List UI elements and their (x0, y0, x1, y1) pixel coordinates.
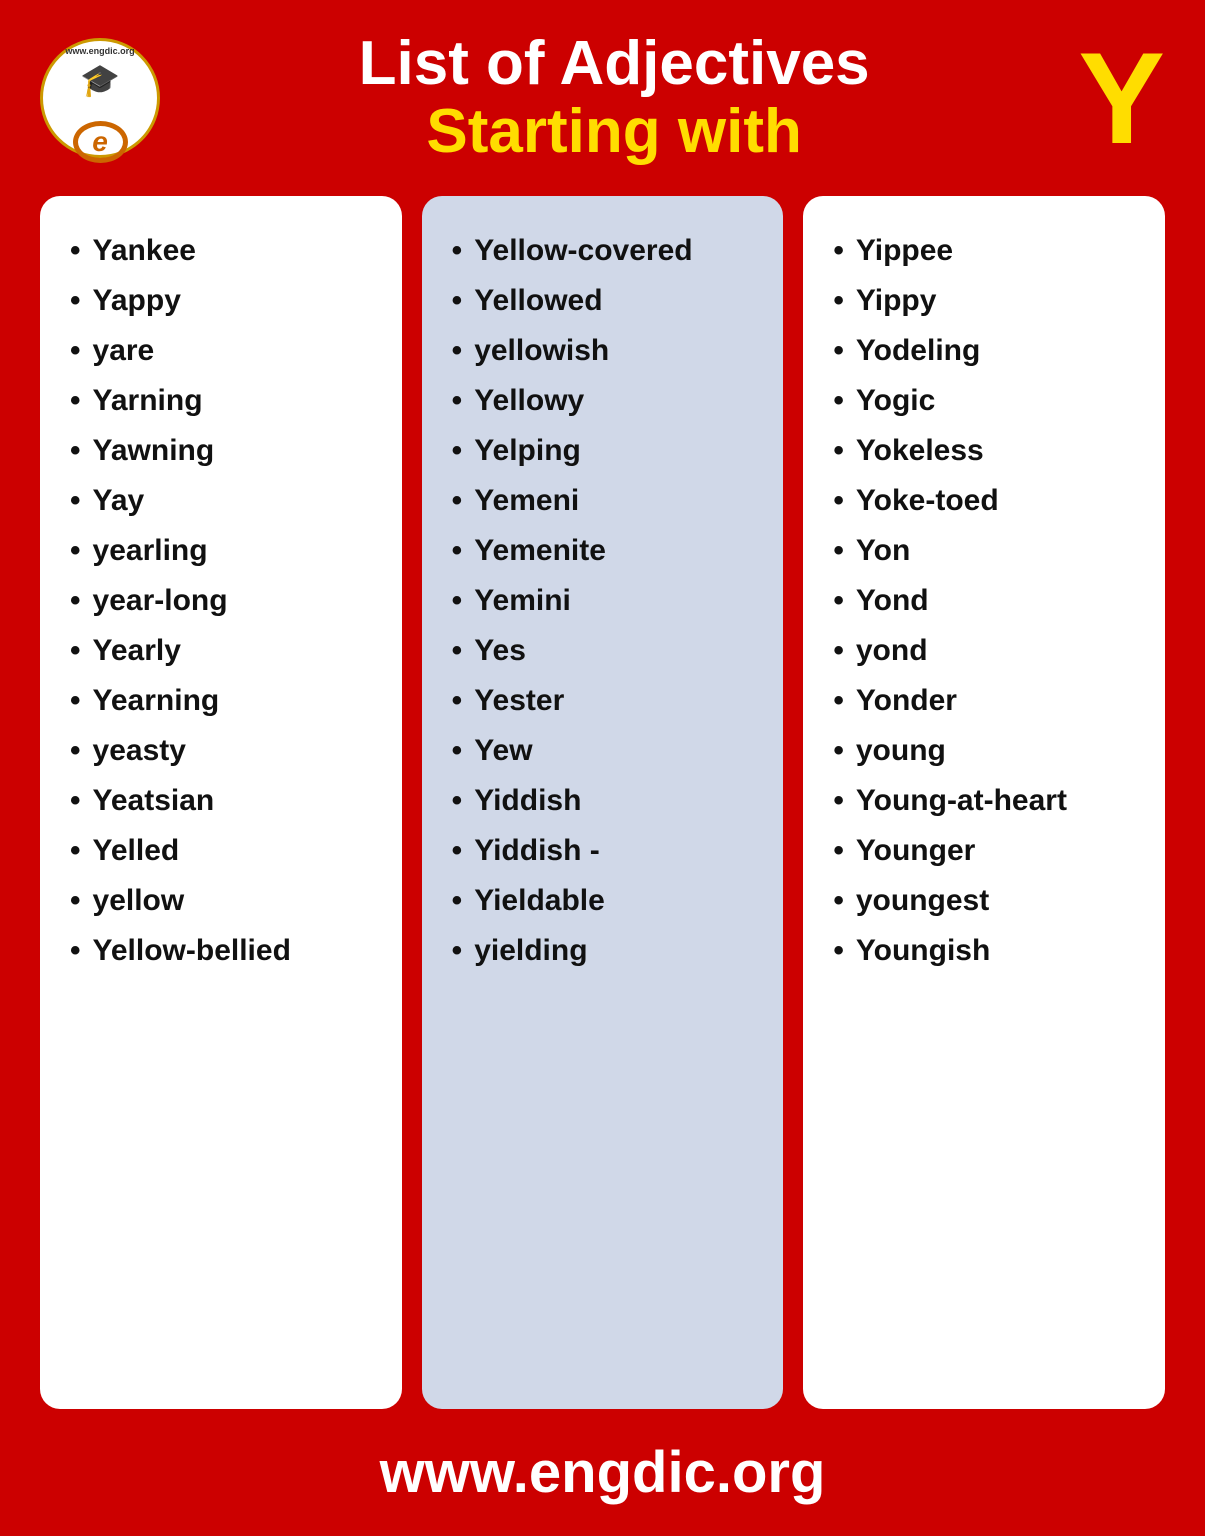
list-item: Yellow-covered (452, 226, 764, 276)
footer: www.engdic.org (40, 1439, 1165, 1506)
column-1: YankeeYappyyareYarningYawningYayyearling… (40, 196, 402, 1409)
list-item: Yellowy (452, 376, 764, 426)
word-list-3: YippeeYippyYodelingYogicYokelessYoke-toe… (833, 226, 1145, 976)
list-item: Yarning (70, 376, 382, 426)
list-item: yeasty (70, 726, 382, 776)
list-item: yare (70, 326, 382, 376)
column-3: YippeeYippyYodelingYogicYokelessYoke-toe… (803, 196, 1165, 1409)
header-title: List of Adjectives Starting with (180, 30, 1048, 166)
columns-container: YankeeYappyyareYarningYawningYayyearling… (40, 196, 1165, 1409)
list-item: Yodeling (833, 326, 1145, 376)
list-item: Yond (833, 576, 1145, 626)
list-item: Yearning (70, 676, 382, 726)
logo-url-text: www.engdic.org (65, 46, 134, 56)
list-item: Yokeless (833, 426, 1145, 476)
list-item: Yellowed (452, 276, 764, 326)
list-item: Yemini (452, 576, 764, 626)
logo: www.engdic.org 🎓 e (40, 38, 160, 158)
list-item: Yappy (70, 276, 382, 326)
word-list-2: Yellow-coveredYellowedyellowishYellowyYe… (452, 226, 764, 976)
list-item: Yiddish (452, 776, 764, 826)
list-item: Yogic (833, 376, 1145, 426)
list-item: yond (833, 626, 1145, 676)
list-item: Yoke-toed (833, 476, 1145, 526)
list-item: Youngish (833, 926, 1145, 976)
list-item: Young-at-heart (833, 776, 1145, 826)
title-line1: List of Adjectives (180, 30, 1048, 98)
header: www.engdic.org 🎓 e List of Adjectives St… (40, 30, 1165, 166)
word-list-1: YankeeYappyyareYarningYawningYayyearling… (70, 226, 382, 976)
logo-letter: e (73, 121, 128, 163)
list-item: Yonder (833, 676, 1145, 726)
list-item: year-long (70, 576, 382, 626)
list-item: Yawning (70, 426, 382, 476)
list-item: Yippee (833, 226, 1145, 276)
list-item: Younger (833, 826, 1145, 876)
list-item: Yemeni (452, 476, 764, 526)
big-y-letter: Y (1078, 33, 1165, 163)
list-item: Yelled (70, 826, 382, 876)
list-item: youngest (833, 876, 1145, 926)
list-item: young (833, 726, 1145, 776)
list-item: yielding (452, 926, 764, 976)
column-2: Yellow-coveredYellowedyellowishYellowyYe… (422, 196, 784, 1409)
list-item: Yon (833, 526, 1145, 576)
list-item: yearling (70, 526, 382, 576)
list-item: yellowish (452, 326, 764, 376)
list-item: Yes (452, 626, 764, 676)
list-item: Yelping (452, 426, 764, 476)
list-item: Yemenite (452, 526, 764, 576)
list-item: Yankee (70, 226, 382, 276)
footer-url: www.engdic.org (40, 1439, 1165, 1506)
list-item: Yieldable (452, 876, 764, 926)
list-item: Yellow-bellied (70, 926, 382, 976)
list-item: Yay (70, 476, 382, 526)
list-item: Yester (452, 676, 764, 726)
list-item: Yew (452, 726, 764, 776)
list-item: Yiddish - (452, 826, 764, 876)
list-item: yellow (70, 876, 382, 926)
list-item: Yearly (70, 626, 382, 676)
title-line2: Starting with (180, 98, 1048, 166)
list-item: Yeatsian (70, 776, 382, 826)
list-item: Yippy (833, 276, 1145, 326)
